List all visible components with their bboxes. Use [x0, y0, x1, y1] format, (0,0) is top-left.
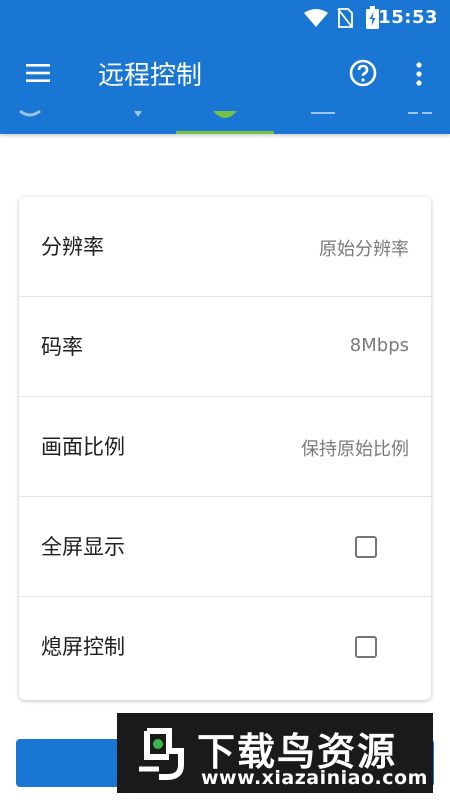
more-vert-icon[interactable] — [415, 61, 423, 87]
settings-card: 分辨率 原始分辨率 码率 8Mbps 画面比例 保持原始比例 全屏显示 熄屏控制 — [19, 197, 431, 700]
no-sim-icon — [337, 8, 353, 28]
menu-icon[interactable] — [26, 64, 50, 82]
setting-value: 保持原始比例 — [301, 439, 409, 460]
setting-label: 分辨率 — [41, 235, 104, 259]
setting-row-screen-off[interactable]: 熄屏控制 — [19, 597, 431, 697]
tab-4-icon[interactable] — [303, 109, 343, 134]
setting-value: 8Mbps — [349, 335, 409, 356]
setting-label: 码率 — [41, 335, 83, 359]
battery-charging-icon — [366, 6, 379, 29]
watermark: 下载鸟资源 www.xiazainiao.com — [117, 713, 433, 793]
tab-1-icon[interactable] — [10, 109, 50, 134]
fullscreen-checkbox[interactable] — [355, 536, 377, 558]
bird-logo-icon — [139, 728, 184, 780]
screen-off-checkbox[interactable] — [355, 636, 377, 658]
setting-row-fullscreen[interactable]: 全屏显示 — [19, 497, 431, 597]
setting-label: 全屏显示 — [41, 535, 125, 559]
setting-label: 熄屏控制 — [41, 635, 125, 659]
setting-row-bitrate[interactable]: 码率 8Mbps — [19, 297, 431, 397]
setting-label: 画面比例 — [41, 435, 125, 459]
tab-indicator — [176, 131, 274, 134]
setting-row-aspect-ratio[interactable]: 画面比例 保持原始比例 — [19, 397, 431, 497]
status-time: 15:53 — [378, 7, 438, 28]
help-icon[interactable] — [349, 59, 377, 87]
setting-value: 原始分辨率 — [319, 239, 409, 260]
page-title: 远程控制 — [98, 61, 203, 91]
watermark-url: www.xiazainiao.com — [201, 767, 428, 789]
status-bar: 15:53 — [0, 0, 450, 37]
app-bar: 远程控制 — [0, 37, 450, 109]
wifi-icon — [304, 9, 328, 27]
tab-2-icon[interactable] — [118, 109, 158, 134]
tab-strip — [0, 109, 450, 134]
setting-row-resolution[interactable]: 分辨率 原始分辨率 — [19, 197, 431, 297]
tab-5-icon[interactable] — [402, 109, 442, 134]
